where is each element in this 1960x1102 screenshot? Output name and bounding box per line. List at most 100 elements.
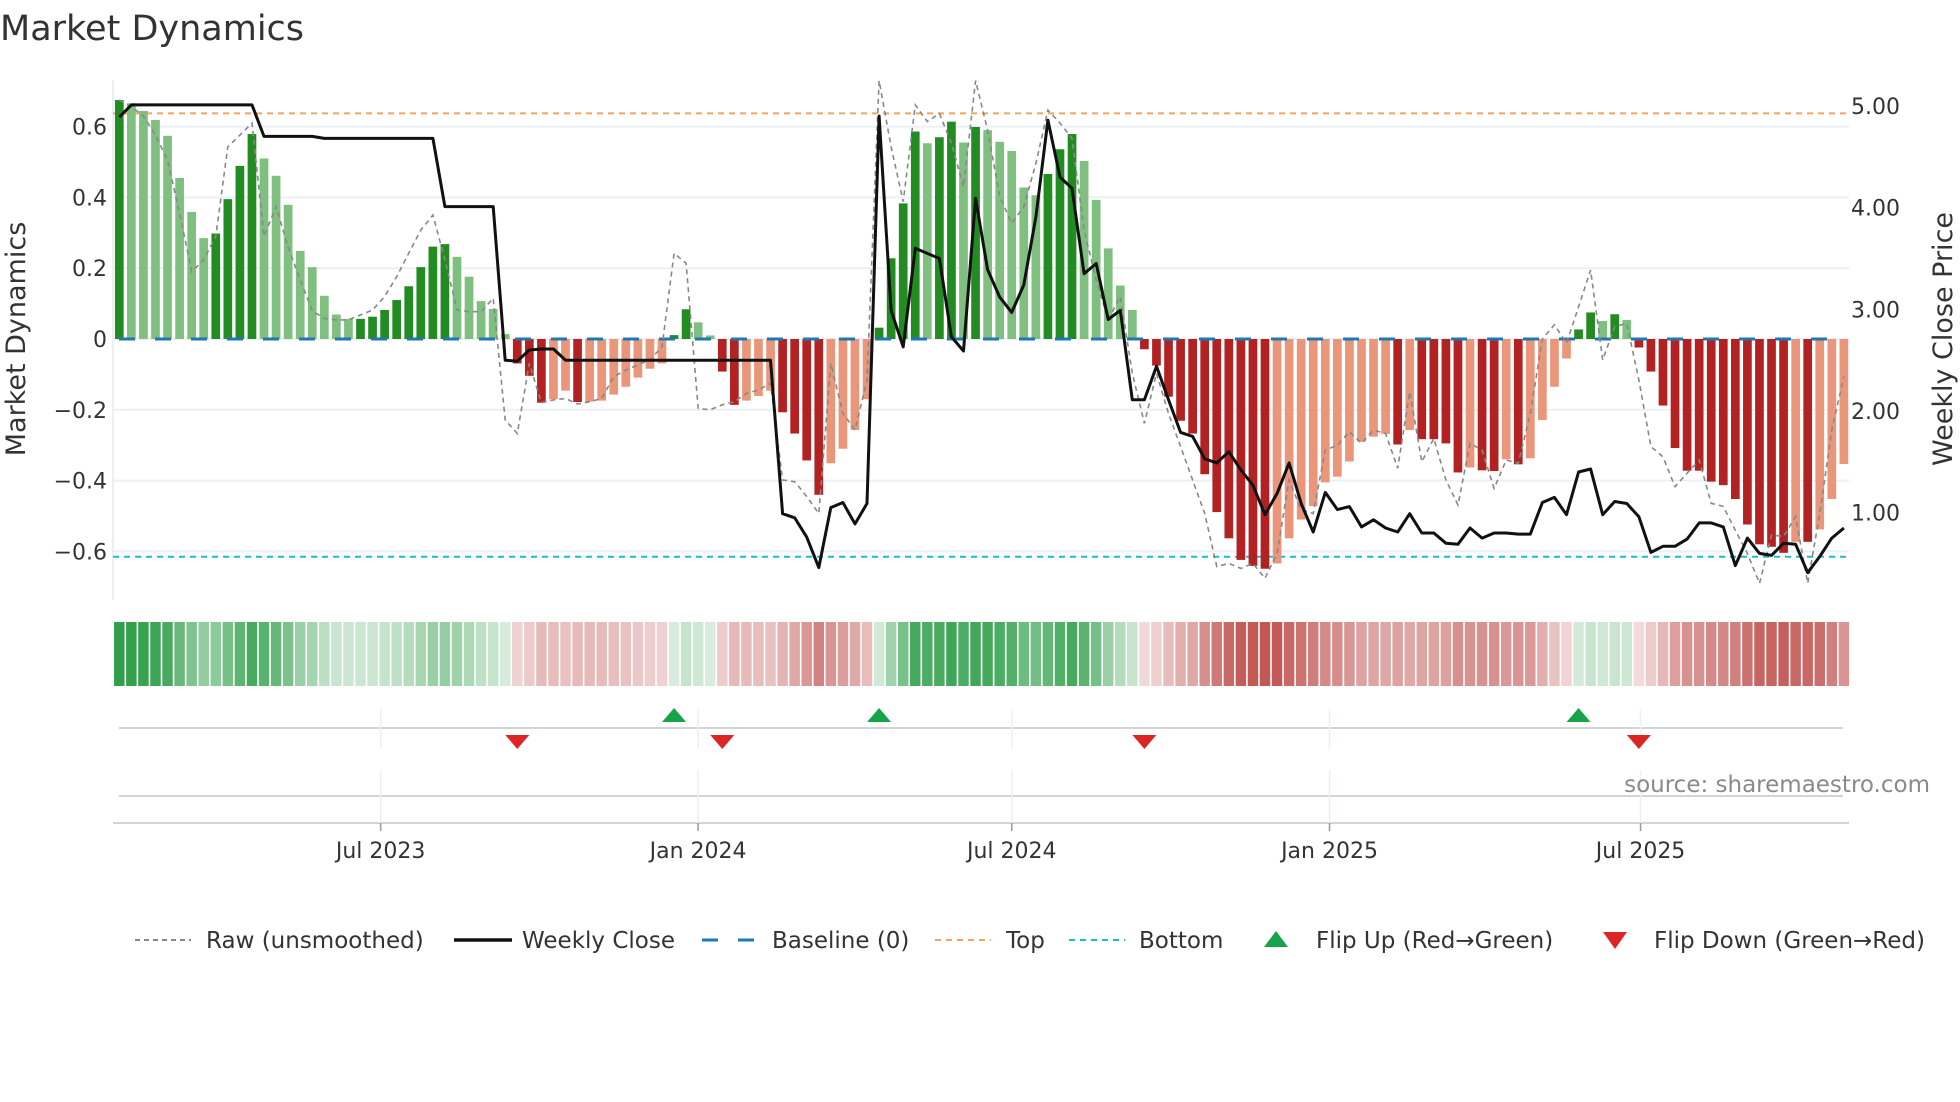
momentum-bar (1501, 339, 1511, 460)
momentum-bar (1550, 339, 1559, 387)
heatmap-cell (970, 622, 981, 686)
heatmap-cell (1500, 622, 1512, 686)
legend-label: Flip Up (Red→Green) (1316, 928, 1553, 954)
left-tick-label: −0.6 (54, 540, 107, 565)
momentum-bar (476, 301, 486, 339)
momentum-bar (1743, 339, 1752, 525)
momentum-bar (392, 300, 402, 339)
heatmap-cell (1428, 622, 1440, 686)
heatmap-cell (1295, 622, 1307, 686)
heatmap-cell (1223, 622, 1235, 686)
heatmap-cell (343, 622, 354, 686)
momentum-bar (127, 103, 136, 340)
heatmap-cell (813, 622, 825, 686)
legend-item-raw: Raw (unsmoothed) (135, 928, 424, 954)
heatmap-cell (801, 622, 812, 686)
momentum-bar (1441, 339, 1451, 444)
heatmap-cell (210, 622, 222, 686)
heatmap-cell (705, 622, 716, 686)
heatmap-cell (632, 622, 644, 686)
heatmap-cell (1283, 622, 1295, 686)
heatmap-cell (1525, 622, 1536, 686)
momentum-bar (1103, 248, 1113, 339)
heatmap-cell (729, 622, 740, 686)
heatmap-cell (1561, 622, 1572, 686)
momentum-bar (922, 143, 932, 339)
momentum-bar (645, 339, 655, 369)
heatmap-cell (1368, 622, 1379, 686)
momentum-bar (1333, 339, 1342, 477)
heatmap-cell (1127, 622, 1138, 686)
heatmap-cell (150, 622, 161, 686)
legend-item-bottom: Bottom (1069, 928, 1223, 954)
heatmap-cell (391, 622, 402, 686)
heatmap-cell (680, 622, 692, 686)
flip-panel (113, 708, 1849, 824)
heatmap-cell (741, 622, 752, 686)
heatmap-cell (1621, 622, 1633, 686)
momentum-bar (247, 134, 257, 339)
heatmap-cell (512, 622, 523, 686)
momentum-bar (1357, 339, 1366, 442)
momentum-bar (151, 119, 160, 340)
heatmap-cell (1030, 622, 1042, 686)
flip-up-marker (867, 708, 892, 722)
momentum-bar (561, 339, 570, 391)
momentum-bar (1345, 339, 1354, 462)
heatmap-cell (1416, 622, 1428, 686)
heatmap-cell (1259, 622, 1271, 686)
heatmap-cell (1151, 622, 1162, 686)
heatmap-cell (294, 622, 306, 686)
flip-up-marker (662, 708, 687, 722)
heatmap-cell (1163, 622, 1174, 686)
momentum-bar (1369, 339, 1378, 437)
momentum-bar (995, 141, 1005, 339)
momentum-bar (1417, 339, 1427, 440)
heatmap-cell (126, 622, 137, 686)
heatmap-cell (1802, 622, 1813, 686)
heatmap-cell (1102, 622, 1114, 686)
momentum-bar (283, 204, 293, 339)
left-tick-label: 0.2 (72, 257, 107, 282)
heatmap-cell (524, 622, 535, 686)
legend-label: Top (1005, 928, 1045, 954)
momentum-bar (1803, 339, 1813, 542)
heatmap-cell (910, 622, 921, 686)
heatmap-cell (765, 622, 776, 686)
heatmap-cell (656, 622, 668, 686)
heatmap-cell (1597, 622, 1608, 686)
momentum-bar (1176, 339, 1185, 421)
heatmap-cell (1573, 622, 1584, 686)
legend-label: Raw (unsmoothed) (206, 928, 424, 954)
momentum-bar (1405, 339, 1415, 430)
momentum-bar (1767, 339, 1776, 547)
series-lines (118, 80, 1845, 586)
heatmap-cell (1657, 622, 1669, 686)
flip-down-marker (505, 735, 530, 749)
heatmap-cell (499, 622, 511, 686)
momentum-bar (488, 308, 498, 339)
momentum-bar (1260, 339, 1270, 569)
heatmap-cell (138, 622, 149, 686)
momentum-bar (175, 177, 184, 339)
heatmap-cell (1175, 622, 1186, 686)
heatmap-cell (1537, 622, 1548, 686)
momentum-bar (1320, 339, 1330, 483)
right-tick-label: 5.00 (1851, 95, 1900, 120)
heatmap-cell (282, 622, 294, 686)
left-tick-label: −0.2 (54, 399, 107, 424)
legend-flip-up-icon (1264, 931, 1288, 947)
momentum-bar (1538, 339, 1547, 421)
heatmap-cell (1778, 622, 1789, 686)
heatmap-cell (162, 622, 173, 686)
momentum-bar (573, 339, 582, 403)
momentum-bar (838, 339, 848, 449)
heatmap-cell (1356, 622, 1367, 686)
heatmap-cell (1681, 622, 1693, 686)
heatmap-cell (1018, 622, 1030, 686)
momentum-bar (1658, 339, 1668, 406)
momentum-bar (790, 339, 800, 434)
momentum-bar (935, 137, 944, 339)
heatmap-cell (1790, 622, 1801, 686)
momentum-bar (1308, 339, 1318, 507)
